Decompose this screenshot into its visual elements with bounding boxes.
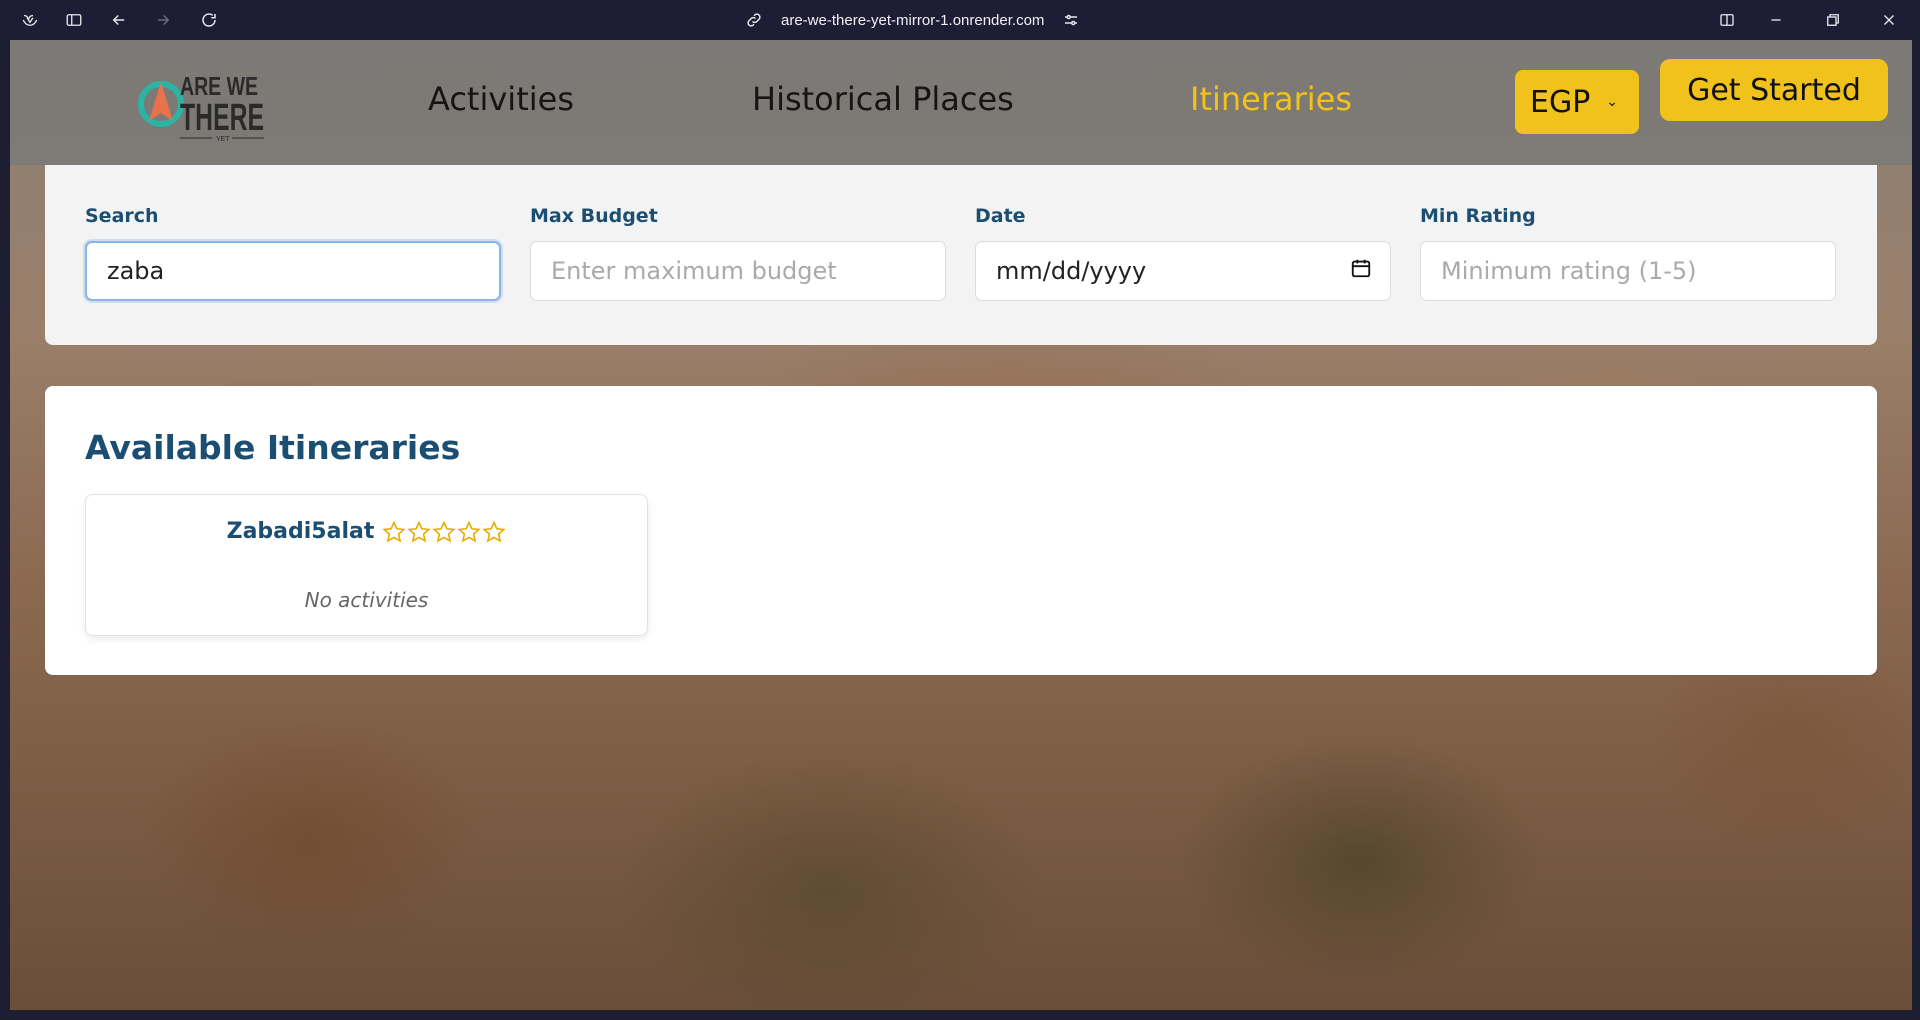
itinerary-card[interactable]: Zabadi5alat No activities — [85, 494, 648, 636]
star-icon — [407, 520, 432, 542]
star-icon — [432, 520, 457, 542]
nav-itineraries[interactable]: Itineraries — [1190, 80, 1352, 118]
min-rating-label: Min Rating — [1420, 205, 1536, 227]
browser-toolbar: are-we-there-yet-mirror-1.onrender.com — [0, 0, 1920, 40]
chevron-down-icon: ⌄ — [1606, 94, 1619, 110]
results-panel: Available Itineraries Zabadi5alat No act… — [45, 386, 1877, 675]
search-label: Search — [85, 205, 159, 227]
star-icon — [457, 520, 482, 542]
currency-select[interactable]: EGP ⌄ — [1515, 70, 1639, 134]
page-viewport: ARE WE THERE YET Activities Historical P… — [10, 40, 1912, 1010]
get-started-button[interactable]: Get Started — [1660, 59, 1888, 121]
min-rating-input[interactable]: Minimum rating (1-5) — [1420, 241, 1836, 301]
calendar-icon[interactable] — [1350, 257, 1372, 285]
max-budget-label: Max Budget — [530, 205, 658, 227]
sidebar-toggle-icon[interactable] — [62, 8, 86, 32]
link-icon — [747, 13, 761, 27]
date-placeholder: mm/dd/yyyy — [996, 257, 1147, 285]
back-icon[interactable] — [107, 8, 131, 32]
top-navbar: ARE WE THERE YET Activities Historical P… — [10, 40, 1912, 165]
star-icon — [482, 520, 507, 542]
currency-value: EGP — [1530, 84, 1591, 120]
date-input[interactable]: mm/dd/yyyy — [975, 241, 1391, 301]
split-view-icon[interactable] — [1715, 8, 1739, 32]
browser-logo-icon[interactable] — [18, 8, 42, 32]
date-label: Date — [975, 205, 1026, 227]
restore-icon[interactable] — [1821, 8, 1845, 32]
rating-stars — [382, 520, 507, 544]
logo-line-3: YET — [216, 136, 230, 143]
site-logo[interactable]: ARE WE THERE YET — [130, 58, 270, 148]
no-activities-text: No activities — [304, 588, 429, 612]
reload-icon[interactable] — [197, 8, 221, 32]
star-icon — [382, 520, 407, 542]
forward-icon[interactable] — [151, 8, 175, 32]
nav-activities[interactable]: Activities — [428, 80, 574, 118]
max-budget-input[interactable]: Enter maximum budget — [530, 241, 946, 301]
site-settings-icon[interactable] — [1062, 11, 1080, 29]
search-input[interactable]: zaba — [85, 241, 501, 301]
minimize-icon[interactable] — [1764, 8, 1788, 32]
results-title: Available Itineraries — [85, 428, 461, 467]
url-text[interactable]: are-we-there-yet-mirror-1.onrender.com — [781, 12, 1044, 29]
nav-historical-places[interactable]: Historical Places — [752, 80, 1014, 118]
itinerary-name: Zabadi5alat — [226, 519, 375, 544]
logo-line-2: THERE — [180, 97, 264, 139]
close-icon[interactable] — [1877, 8, 1901, 32]
filter-panel: Search zaba Max Budget Enter maximum bud… — [45, 165, 1877, 345]
